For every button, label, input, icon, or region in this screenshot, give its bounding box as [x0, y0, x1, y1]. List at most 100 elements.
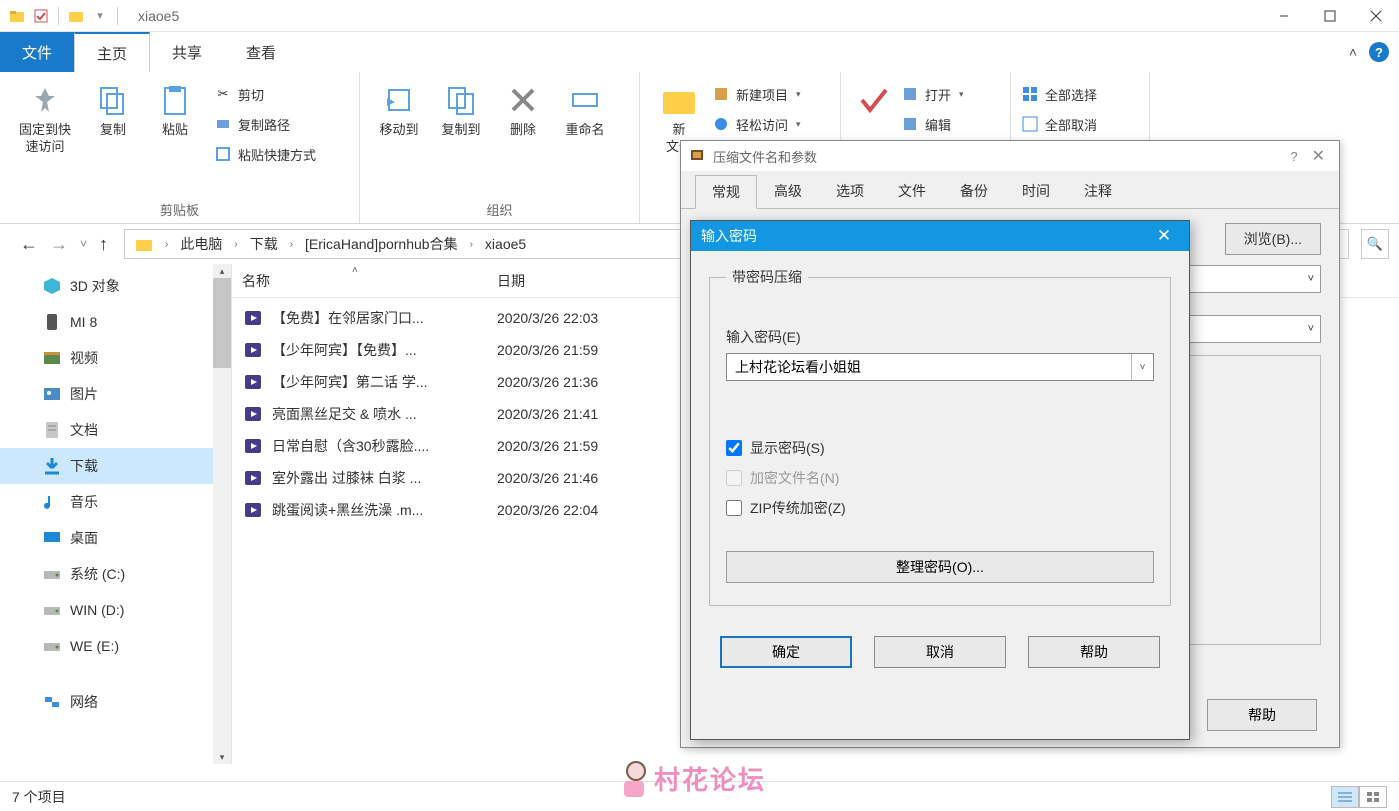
tree-item-cube[interactable]: 3D 对象	[0, 268, 231, 304]
archive-tab-5[interactable]: 时间	[1005, 174, 1067, 208]
crumb-pc[interactable]: 此电脑	[174, 234, 228, 254]
copy-to-button[interactable]: 复制到	[432, 78, 490, 139]
paste-icon	[157, 82, 193, 118]
tree-item-drive[interactable]: WE (E:)	[0, 628, 231, 664]
tree-item-doc[interactable]: 文档	[0, 412, 231, 448]
history-dropdown[interactable]: ˅	[80, 237, 87, 251]
watermark-doll-icon	[620, 761, 648, 797]
tab-share[interactable]: 共享	[150, 32, 224, 72]
tree-item-download[interactable]: 下载	[0, 448, 231, 484]
up-button[interactable]: ↑	[99, 234, 108, 255]
tab-file[interactable]: 文件	[0, 32, 74, 72]
archive-help-icon[interactable]: ?	[1290, 149, 1297, 164]
crumb-current[interactable]: xiaoe5	[479, 236, 532, 252]
password-dropdown-icon[interactable]: ˅	[1131, 354, 1153, 380]
close-button[interactable]	[1353, 0, 1399, 32]
forward-button[interactable]: →	[50, 234, 68, 255]
show-password-checkbox[interactable]: 显示密码(S)	[726, 433, 1154, 463]
window-title: xiaoe5	[138, 8, 1261, 24]
open-button[interactable]: 打开▾	[901, 82, 964, 106]
new-folder-icon	[661, 82, 697, 118]
properties-button[interactable]	[851, 78, 897, 118]
archive-tab-3[interactable]: 文件	[881, 174, 943, 208]
copy-button[interactable]: 复制	[84, 78, 142, 139]
ribbon-tabs: 文件 主页 共享 查看 ˄ ?	[0, 32, 1399, 72]
path-icon	[214, 115, 232, 133]
tree-item-drive[interactable]: WIN (D:)	[0, 592, 231, 628]
tab-view[interactable]: 查看	[224, 32, 298, 72]
delete-icon	[505, 82, 541, 118]
paste-button[interactable]: 粘贴	[146, 78, 204, 139]
move-to-button[interactable]: 移动到	[370, 78, 428, 139]
archive-title: 压缩文件名和参数	[713, 147, 817, 166]
tree-item-net[interactable]: 网络	[0, 684, 231, 720]
tree-item-video[interactable]: 视频	[0, 340, 231, 376]
pin-to-quick-access-button[interactable]: 固定到快 速访问	[10, 78, 80, 156]
archive-tab-4[interactable]: 备份	[943, 174, 1005, 208]
column-name[interactable]: 名称˄	[242, 271, 497, 291]
archive-tab-0[interactable]: 常规	[695, 175, 757, 209]
select-all-button[interactable]: 全部选择	[1021, 82, 1097, 106]
paste-shortcut-button[interactable]: 粘贴快捷方式	[214, 142, 316, 166]
download-icon	[42, 456, 62, 476]
open-icon	[901, 85, 919, 103]
crumb-downloads[interactable]: 下载	[244, 234, 284, 254]
ok-button[interactable]: 确定	[720, 636, 852, 668]
minimize-button[interactable]	[1261, 0, 1307, 32]
archive-close-icon[interactable]: ✕	[1306, 146, 1331, 166]
archive-tab-2[interactable]: 选项	[819, 174, 881, 208]
password-close-button[interactable]: ✕	[1149, 226, 1179, 246]
view-details-button[interactable]	[1331, 786, 1359, 808]
column-date[interactable]: 日期	[497, 271, 525, 291]
password-legend: 带密码压缩	[726, 267, 808, 287]
drive-icon	[42, 600, 62, 620]
selectnone-icon	[1021, 115, 1039, 133]
video-icon	[42, 348, 62, 368]
tree-item-desktop[interactable]: 桌面	[0, 520, 231, 556]
tree-item-phone[interactable]: MI 8	[0, 304, 231, 340]
qat-dropdown-icon[interactable]: ▾	[89, 5, 111, 27]
pin-icon	[27, 82, 63, 118]
organize-group-label: 组织	[370, 196, 629, 219]
archive-tab-6[interactable]: 注释	[1067, 174, 1129, 208]
zip-legacy-checkbox[interactable]: ZIP传统加密(Z)	[726, 493, 1154, 523]
archive-help-button[interactable]: 帮助	[1207, 699, 1317, 731]
help-icon[interactable]: ?	[1369, 42, 1389, 62]
tab-home[interactable]: 主页	[74, 32, 150, 72]
ribbon-collapse-icon[interactable]: ˄	[1349, 44, 1357, 60]
easyaccess-icon	[712, 115, 730, 133]
view-icons-button[interactable]	[1359, 786, 1387, 808]
watermark: 村花论坛	[620, 760, 766, 797]
search-button[interactable]: 🔍	[1361, 229, 1389, 259]
cut-button[interactable]: ✂剪切	[214, 82, 316, 106]
easy-access-button[interactable]: 轻松访问▾	[712, 112, 801, 136]
back-button[interactable]: ←	[20, 234, 38, 255]
qat-check-icon[interactable]	[30, 5, 52, 27]
tree-item-music[interactable]: 音乐	[0, 484, 231, 520]
password-input[interactable]	[727, 354, 1131, 380]
newitem-icon	[712, 85, 730, 103]
select-none-button[interactable]: 全部取消	[1021, 112, 1097, 136]
help-button[interactable]: 帮助	[1028, 636, 1160, 668]
maximize-button[interactable]	[1307, 0, 1353, 32]
delete-button[interactable]: 删除	[494, 78, 552, 139]
doc-icon	[42, 420, 62, 440]
organize-passwords-button[interactable]: 整理密码(O)...	[726, 551, 1154, 583]
archive-tab-1[interactable]: 高级	[757, 174, 819, 208]
explorer-icon	[6, 5, 28, 27]
tree-item-pic[interactable]: 图片	[0, 376, 231, 412]
encrypt-names-checkbox: 加密文件名(N)	[726, 463, 1154, 493]
video-file-icon	[242, 371, 264, 393]
copy-path-button[interactable]: 复制路径	[214, 112, 316, 136]
edit-small[interactable]: 编辑	[901, 112, 964, 136]
move-icon	[381, 82, 417, 118]
rename-button[interactable]: 重命名	[556, 78, 614, 139]
tree-item-drive[interactable]: 系统 (C:)	[0, 556, 231, 592]
crumb-folder[interactable]: [EricaHand]pornhub合集	[299, 234, 464, 254]
cancel-button[interactable]: 取消	[874, 636, 1006, 668]
new-item-button[interactable]: 新建项目▾	[712, 82, 801, 106]
check-icon	[856, 82, 892, 118]
browse-button[interactable]: 浏览(B)...	[1225, 223, 1321, 255]
video-file-icon	[242, 499, 264, 521]
sidebar-scrollbar[interactable]: ▴▾	[213, 264, 231, 764]
